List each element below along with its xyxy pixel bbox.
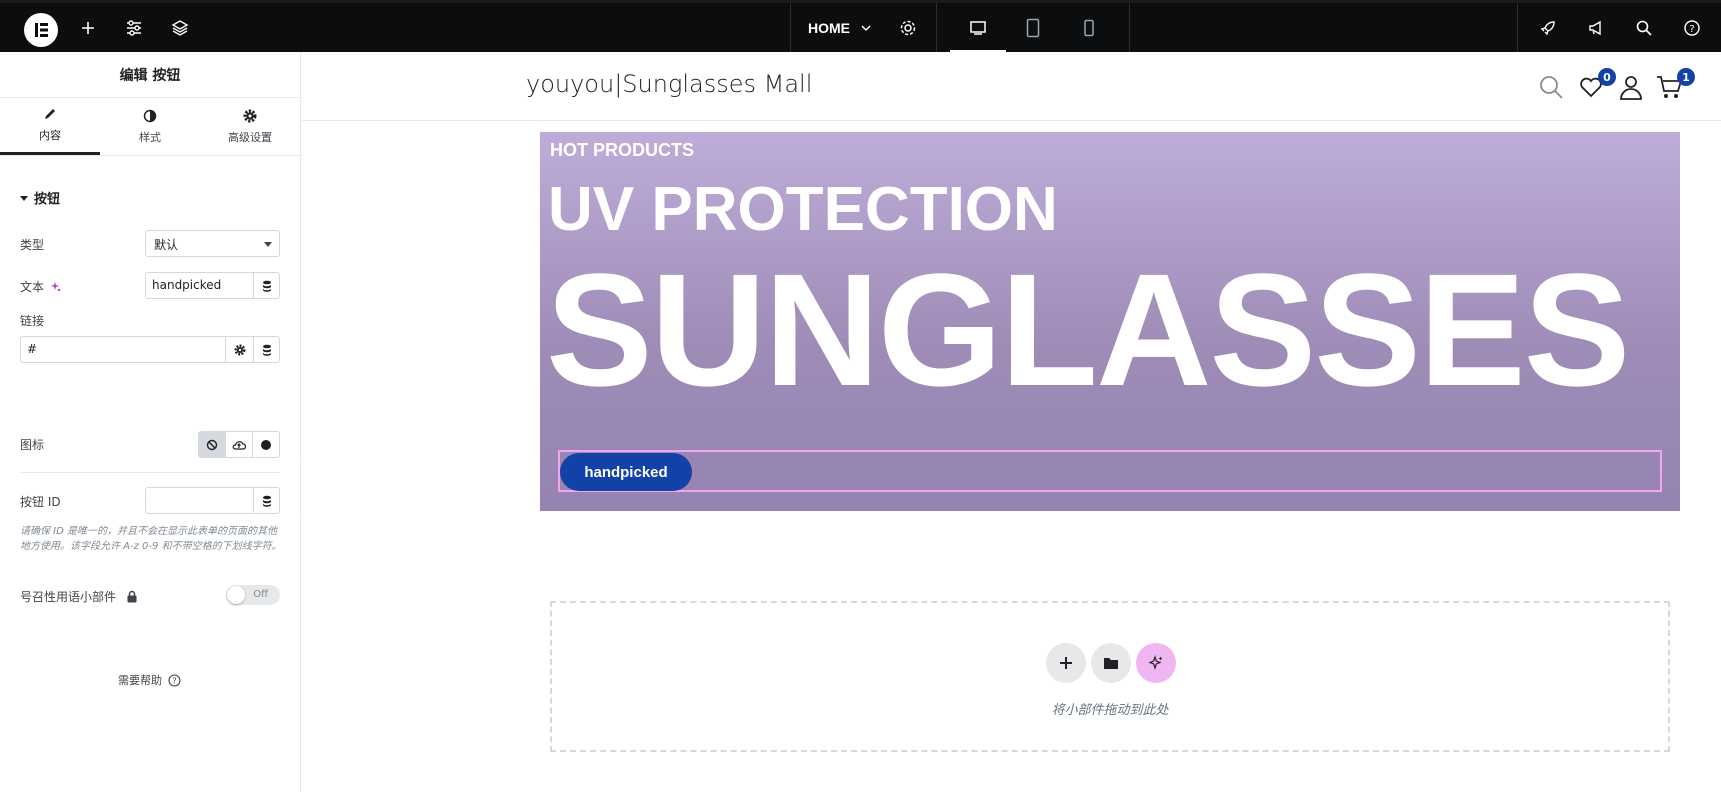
link-options-button[interactable]	[226, 336, 254, 363]
user-icon[interactable]	[1618, 74, 1644, 100]
hero-kicker: HOT PRODUCTS	[550, 140, 694, 160]
tab-content-label: 内容	[39, 129, 61, 142]
database-icon	[262, 344, 271, 356]
topbar-divider	[1129, 3, 1130, 52]
add-section-button[interactable]	[1046, 643, 1086, 683]
cta-widget-row: 号召性用语小部件	[20, 588, 138, 605]
icon-upload-option[interactable]	[226, 432, 253, 457]
page-selector[interactable]: HOME	[808, 3, 872, 52]
site-header: youyou|Sunglasses Mall 0 1	[302, 52, 1721, 121]
text-input[interactable]: handpicked	[145, 272, 254, 299]
handpicked-button[interactable]: handpicked	[560, 453, 692, 491]
type-select[interactable]: 默认	[145, 230, 280, 257]
divider	[20, 472, 280, 473]
site-title[interactable]: youyou|Sunglasses Mall	[526, 70, 812, 98]
link-dynamic-tags-button[interactable]	[254, 336, 280, 363]
section-button-header[interactable]: 按钮	[20, 188, 60, 207]
type-label: 类型	[20, 238, 45, 252]
button-id-dynamic-tags-button[interactable]	[254, 487, 280, 514]
topbar-divider	[790, 3, 791, 52]
preview-canvas: youyou|Sunglasses Mall 0 1 HOT PRODUCTS …	[302, 52, 1721, 792]
editor-panel: 编辑 按钮 内容 样式 高级设置 按钮 类型 默认 文本 handpicked …	[0, 52, 301, 792]
tab-content[interactable]: 内容	[0, 98, 100, 155]
circle-icon	[261, 439, 271, 450]
link-label: 链接	[20, 314, 45, 328]
wishlist-count-badge: 0	[1598, 68, 1616, 86]
dropzone-text: 将小部件拖动到此处	[1051, 703, 1169, 718]
icon-choice-group	[198, 431, 280, 458]
editor-topbar: HOME ?	[0, 0, 1721, 52]
svg-text:?: ?	[1689, 24, 1694, 35]
toggle-knob	[227, 586, 245, 604]
button-id-input[interactable]	[145, 487, 254, 514]
page-selector-label: HOME	[808, 19, 850, 36]
selected-button-widget[interactable]: handpicked	[558, 450, 1662, 492]
hero-section[interactable]: HOT PRODUCTS UV PROTECTION SUNGLASSES ha…	[540, 132, 1680, 511]
help-link[interactable]: 需要帮助 ?	[118, 672, 181, 688]
help-label: 需要帮助	[118, 674, 162, 687]
question-circle-icon: ?	[168, 673, 181, 687]
tab-advanced[interactable]: 高级设置	[200, 98, 300, 155]
mobile-device-icon[interactable]	[1077, 3, 1101, 52]
upload-cloud-icon	[232, 440, 246, 450]
tab-style-label: 样式	[139, 130, 161, 144]
icon-label: 图标	[20, 438, 45, 452]
cart-count-badge: 1	[1677, 68, 1695, 86]
chevron-down-icon	[264, 242, 272, 247]
link-input[interactable]: #	[20, 336, 226, 363]
section-button-title: 按钮	[34, 192, 61, 207]
empty-section-dropzone[interactable]: 将小部件拖动到此处	[550, 601, 1670, 752]
lock-icon	[127, 590, 137, 603]
cta-widget-label: 号召性用语小部件	[20, 590, 117, 604]
tab-style[interactable]: 样式	[100, 98, 200, 155]
half-circle-icon	[143, 109, 157, 122]
folder-icon	[1104, 658, 1118, 669]
database-icon	[262, 495, 271, 507]
type-select-value: 默认	[154, 238, 179, 252]
plus-icon	[1060, 657, 1072, 669]
database-icon	[262, 280, 271, 292]
topbar-divider	[936, 3, 937, 52]
cta-widget-toggle[interactable]: Off	[226, 585, 280, 605]
tab-advanced-label: 高级设置	[228, 130, 272, 144]
add-template-button[interactable]	[1091, 643, 1131, 683]
button-id-label: 按钮 ID	[20, 495, 61, 509]
search-icon[interactable]	[1538, 74, 1564, 100]
structure-layers-icon[interactable]	[168, 3, 192, 52]
button-id-hint: 请确保 ID 是唯一的，并且不会在显示此表单的页面的其他地方使用。该字段允许 A…	[20, 526, 282, 552]
caret-down-icon	[20, 195, 28, 201]
ai-sparkle-icon[interactable]	[49, 281, 61, 293]
dynamic-tags-button[interactable]	[254, 272, 280, 299]
search-icon[interactable]	[1632, 3, 1656, 52]
elementor-logo-icon[interactable]	[24, 13, 58, 47]
icon-none-option[interactable]	[199, 432, 226, 457]
desktop-device-icon[interactable]	[966, 3, 990, 52]
chevron-down-icon	[861, 24, 871, 31]
gear-icon	[243, 109, 257, 122]
gear-icon	[234, 344, 245, 355]
add-element-icon[interactable]	[76, 3, 100, 52]
ai-generate-button[interactable]	[1136, 643, 1176, 683]
ai-sparkle-icon	[1148, 655, 1163, 670]
toggle-state-text: Off	[253, 589, 268, 600]
page-settings-gear-icon[interactable]	[896, 3, 920, 52]
text-label-row: 文本	[20, 278, 61, 295]
text-label: 文本	[20, 280, 45, 294]
site-settings-icon[interactable]	[122, 3, 146, 52]
svg-text:?: ?	[172, 676, 176, 685]
topbar-divider	[1517, 3, 1518, 52]
tablet-device-icon[interactable]	[1021, 3, 1045, 52]
ban-icon	[206, 439, 218, 450]
icon-library-option[interactable]	[253, 432, 279, 457]
panel-title: 编辑 按钮	[0, 52, 300, 98]
help-icon[interactable]: ?	[1680, 3, 1704, 52]
hero-subtitle: UV PROTECTION	[548, 175, 1058, 244]
megaphone-icon[interactable]	[1584, 3, 1608, 52]
panel-tabs: 内容 样式 高级设置	[0, 98, 300, 156]
pencil-icon	[45, 109, 55, 119]
rocket-icon[interactable]	[1536, 3, 1560, 52]
hero-headline: SUNGLASSES	[546, 240, 1630, 419]
